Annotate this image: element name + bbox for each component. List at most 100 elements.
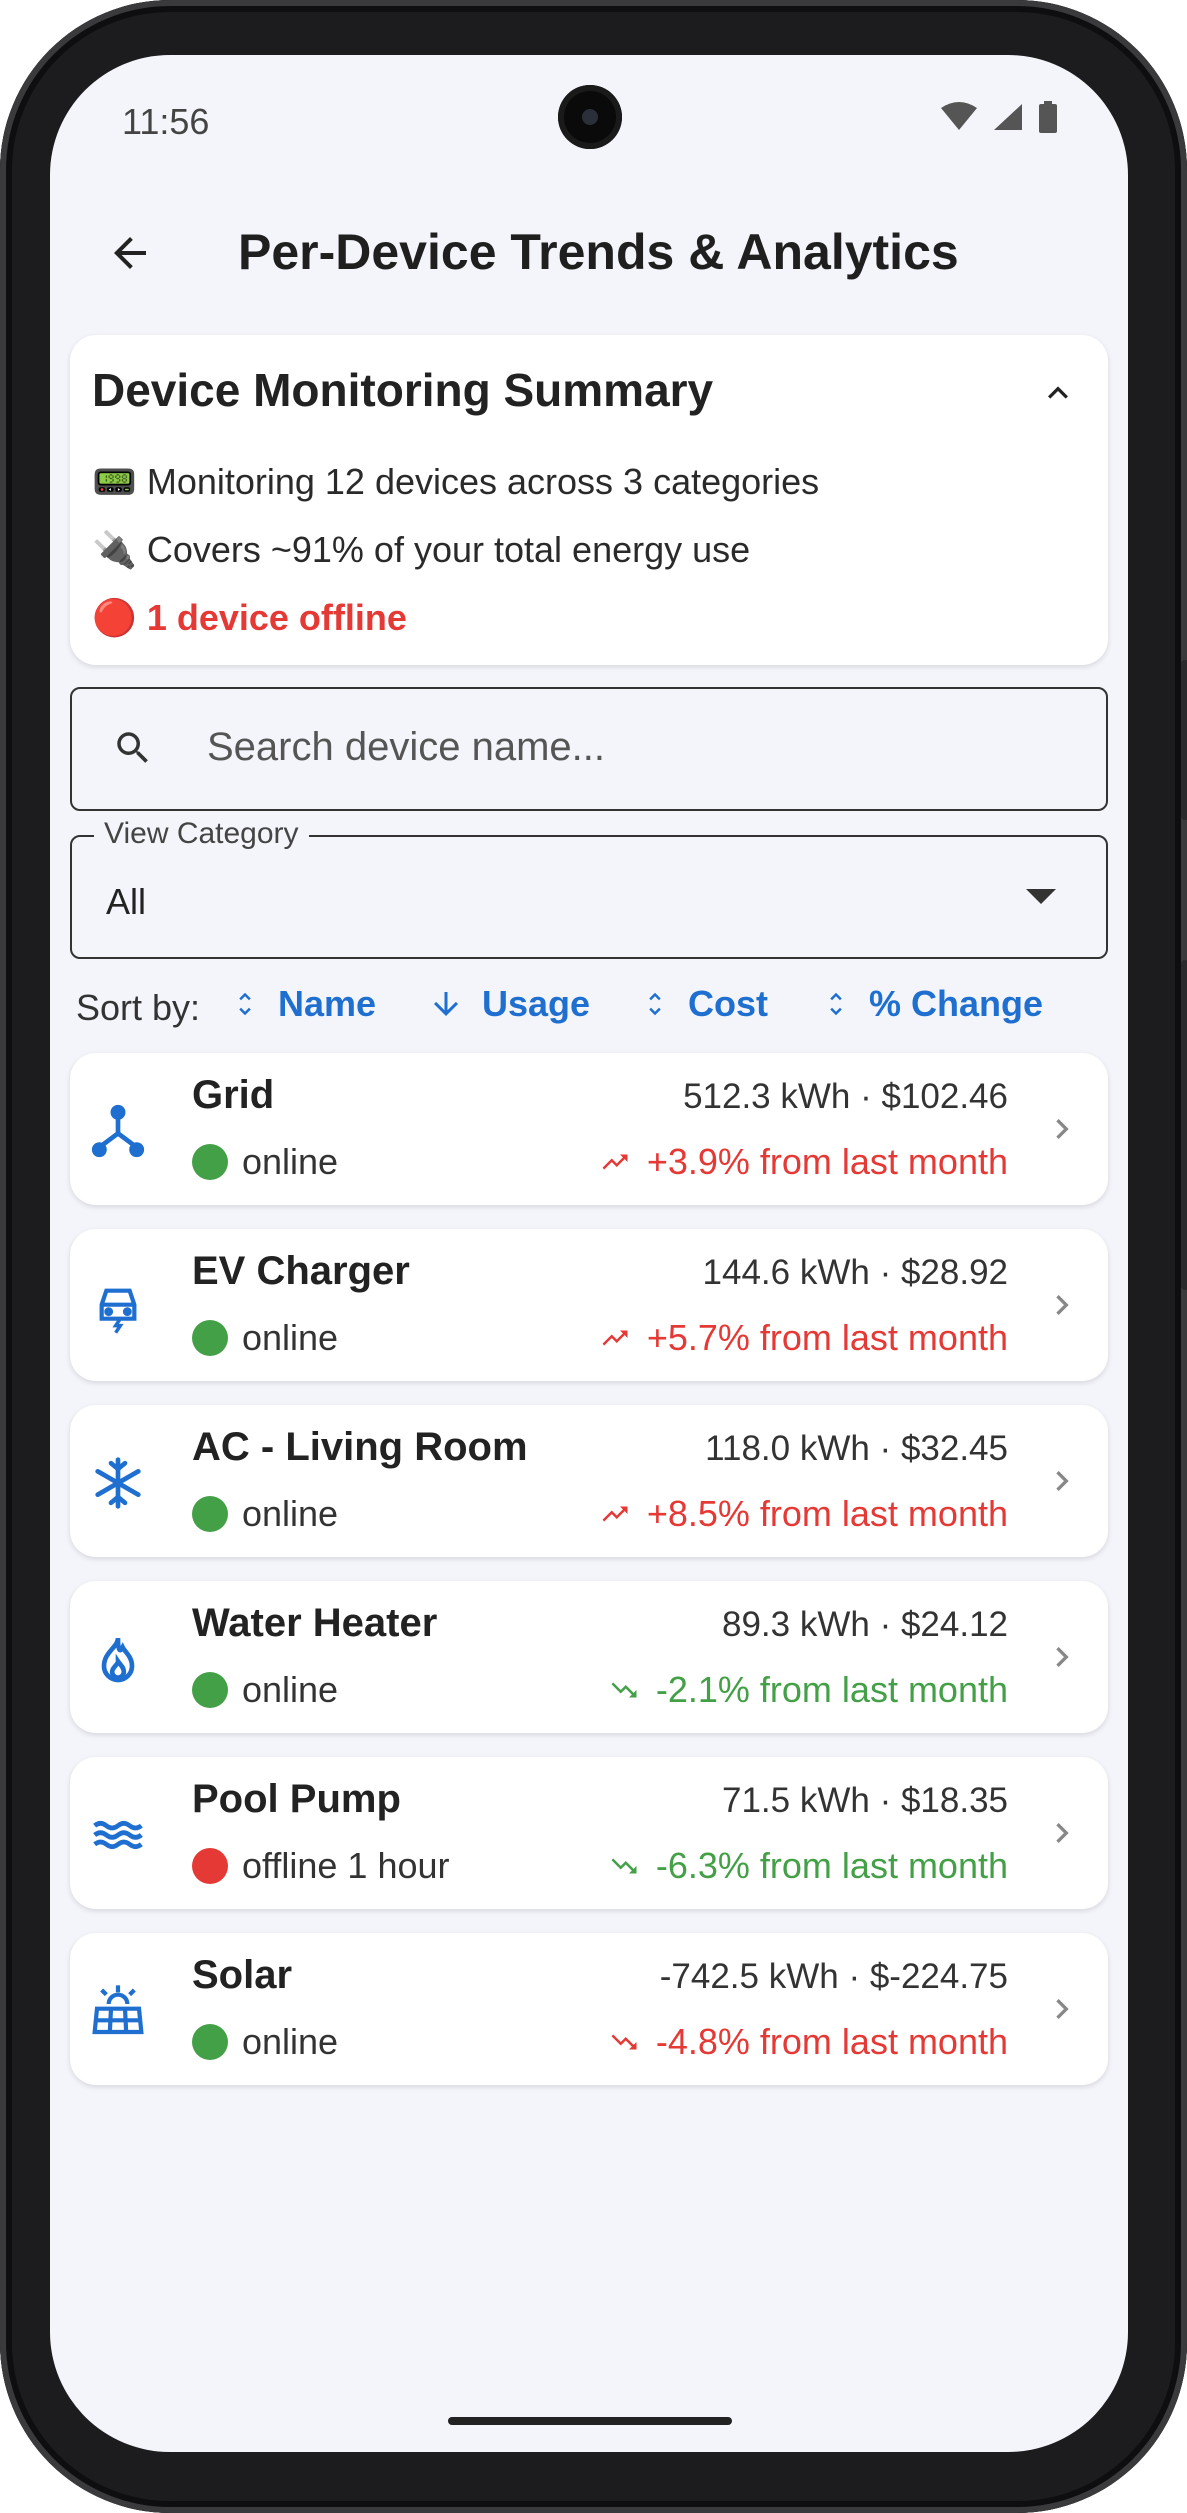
dropdown-arrow-icon (1026, 889, 1056, 904)
trending-up-icon (602, 1154, 628, 1170)
page-title: Per-Device Trends & Analytics (238, 224, 959, 280)
summary-card: Device Monitoring Summary 📟 Monitoring 1… (70, 335, 1108, 665)
unfold-icon (830, 992, 842, 1016)
device-change: -2.1% from last month (606, 1669, 1008, 1711)
volume-button (1181, 660, 1187, 820)
trending-down-icon (611, 1682, 637, 1698)
status-text: online (242, 1317, 339, 1358)
arrow-down-icon (434, 992, 458, 1016)
device-name: Water Heater (192, 1601, 438, 1645)
summary-title: Device Monitoring Summary (92, 364, 714, 416)
change-text: -2.1% from last month (655, 1669, 1008, 1710)
device-name: Solar (192, 1953, 293, 1997)
device-change: -4.8% from last month (606, 2021, 1008, 2063)
device-name: EV Charger (192, 1249, 410, 1293)
snowflake-icon (88, 1453, 148, 1513)
change-text: +3.9% from last month (646, 1141, 1008, 1182)
device-change: +5.7% from last month (597, 1317, 1008, 1359)
trending-down-icon (611, 2034, 637, 2050)
status-icons (940, 101, 1058, 133)
power-button (1181, 960, 1187, 1290)
device-status: online (192, 1493, 338, 1535)
device-name: Pool Pump (192, 1777, 401, 1821)
solar-panel-icon (88, 1981, 148, 2041)
status-text: online (242, 1141, 339, 1182)
back-button[interactable] (90, 213, 170, 293)
chevron-up-icon (1048, 386, 1068, 399)
device-status: online (192, 1669, 338, 1711)
change-text: +8.5% from last month (646, 1493, 1008, 1534)
wifi-icon (941, 102, 977, 130)
sort-change-label: % Change (869, 983, 1044, 1024)
device-card-ac-living-room[interactable]: AC - Living Room online 118.0 kWh · $32.… (70, 1405, 1108, 1557)
sort-usage-label: Usage (482, 983, 591, 1024)
status-dot (192, 1320, 228, 1356)
device-card-water-heater[interactable]: Water Heater online 89.3 kWh · $24.12 -2… (70, 1581, 1108, 1733)
category-dropdown[interactable]: View Category All (70, 817, 1108, 959)
sort-bar: Sort by: Name Usage Cost % Change (50, 977, 1128, 1037)
device-change: +3.9% from last month (597, 1141, 1008, 1183)
device-name: Grid (192, 1073, 275, 1117)
signal-icon (994, 104, 1022, 130)
status-text: online (242, 1669, 339, 1710)
status-dot (192, 2024, 228, 2060)
sort-cost-label: Cost (688, 983, 768, 1024)
sort-by-cost-button[interactable]: Cost (640, 983, 768, 1025)
chevron-right-icon (1042, 1285, 1082, 1330)
status-time: 11:56 (122, 101, 210, 142)
battery-icon (1039, 101, 1057, 133)
trending-up-icon (602, 1330, 628, 1346)
sort-by-change-button[interactable]: % Change (821, 983, 1043, 1025)
chevron-right-icon (1042, 1637, 1082, 1682)
grid-icon (88, 1101, 148, 1161)
sort-by-usage-button[interactable]: Usage (428, 983, 590, 1025)
change-text: -4.8% from last month (655, 2021, 1008, 2062)
device-usage: 89.3 kWh · $24.12 (722, 1605, 1008, 1644)
device-status: online (192, 1141, 338, 1183)
device-change: +8.5% from last month (597, 1493, 1008, 1535)
chevron-right-icon (1042, 1989, 1082, 2034)
ev-charger-icon (88, 1277, 148, 1337)
status-dot (192, 1144, 228, 1180)
unfold-icon (239, 992, 251, 1016)
sort-label: Sort by: (76, 987, 201, 1028)
device-status: offline 1 hour (192, 1845, 450, 1887)
screen: 11:56 Per-Device Trends & Analytics Devi… (50, 55, 1128, 2452)
device-usage: 71.5 kWh · $18.35 (722, 1781, 1008, 1820)
collapse-button[interactable] (1038, 373, 1078, 418)
status-text: online (242, 1493, 339, 1534)
sort-by-name-button[interactable]: Name (230, 983, 376, 1025)
home-indicator[interactable] (448, 2417, 732, 2425)
summary-devices-line: 📟 Monitoring 12 devices across 3 categor… (92, 461, 820, 502)
device-status: online (192, 1317, 338, 1359)
device-name: AC - Living Room (192, 1425, 528, 1469)
sort-name-label: Name (278, 983, 377, 1024)
device-usage: -742.5 kWh · $-224.75 (659, 1957, 1008, 1996)
status-dot (192, 1496, 228, 1532)
chevron-right-icon (1042, 1109, 1082, 1154)
trending-down-icon (611, 1858, 637, 1874)
device-card-ev-charger[interactable]: EV Charger online 144.6 kWh · $28.92 +5.… (70, 1229, 1108, 1381)
search-field[interactable]: Search device name... (70, 687, 1108, 811)
status-text: online (242, 2021, 339, 2062)
search-icon (117, 732, 148, 763)
chevron-right-icon (1042, 1461, 1082, 1506)
app-bar: Per-Device Trends & Analytics (50, 195, 1128, 305)
category-label: View Category (94, 817, 309, 851)
status-dot (192, 1672, 228, 1708)
summary-offline-line: 🔴 1 device offline (92, 597, 407, 638)
device-change: -6.3% from last month (606, 1845, 1008, 1887)
status-dot (192, 1848, 228, 1884)
summary-coverage-line: 🔌 Covers ~91% of your total energy use (92, 529, 751, 570)
phone-frame: 11:56 Per-Device Trends & Analytics Devi… (0, 0, 1187, 2513)
search-input[interactable]: Search device name... (207, 725, 605, 770)
change-text: +5.7% from last month (646, 1317, 1008, 1358)
waves-icon (88, 1805, 148, 1865)
device-usage: 512.3 kWh · $102.46 (683, 1077, 1008, 1116)
device-status: online (192, 2021, 338, 2063)
device-card-solar[interactable]: Solar online -742.5 kWh · $-224.75 -4.8%… (70, 1933, 1108, 2085)
device-card-grid[interactable]: Grid online 512.3 kWh · $102.46 +3.9% fr… (70, 1053, 1108, 1205)
device-card-pool-pump[interactable]: Pool Pump offline 1 hour 71.5 kWh · $18.… (70, 1757, 1108, 1909)
status-text: offline 1 hour (242, 1845, 450, 1886)
front-camera (558, 85, 622, 149)
